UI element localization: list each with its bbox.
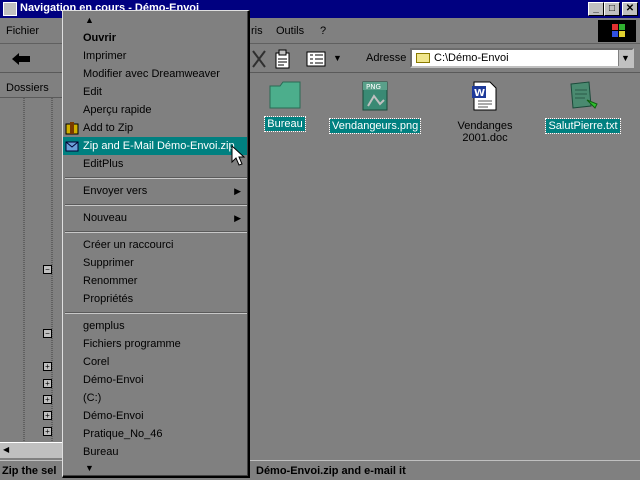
- menu-scroll-up-icon[interactable]: ▲: [85, 15, 94, 25]
- file-label: Vendanges 2001.doc: [457, 120, 513, 144]
- views-icon[interactable]: [306, 51, 328, 67]
- menu-separator: [65, 312, 247, 314]
- menu-item-add-to-zip[interactable]: Add to Zip: [63, 119, 247, 137]
- back-arrow-icon[interactable]: [10, 52, 32, 66]
- tree-collapse-icon[interactable]: −: [43, 265, 52, 274]
- submenu-arrow-icon: ▶: [234, 213, 241, 223]
- file-item-bureau[interactable]: Bureau: [240, 80, 330, 132]
- txt-icon: [570, 81, 598, 109]
- folders-panel-header: Dossiers: [0, 78, 62, 98]
- menu-aide[interactable]: ?: [320, 25, 326, 37]
- folder-tree[interactable]: − − + + + + +: [0, 98, 62, 442]
- menu-item-dreamweaver[interactable]: Modifier avec Dreamweaver: [63, 65, 247, 83]
- submenu-arrow-icon: ▶: [234, 186, 241, 196]
- minimize-button[interactable]: _: [588, 2, 604, 16]
- png-icon: PNG: [362, 81, 388, 111]
- menu-outils[interactable]: Outils: [276, 25, 304, 37]
- menu-item-pratique[interactable]: Pratique_No_46: [63, 425, 247, 443]
- file-item-salutpierre[interactable]: SalutPierre.txt: [538, 80, 628, 134]
- context-menu: ▲ Ouvrir Imprimer Modifier avec Dreamwea…: [62, 10, 250, 478]
- tree-lines: [23, 98, 53, 442]
- properties-icon[interactable]: [274, 49, 292, 69]
- scroll-left-icon[interactable]: ◀: [3, 445, 9, 454]
- menu-item-bureau[interactable]: Bureau: [63, 443, 247, 461]
- mouse-cursor-icon: [231, 145, 246, 166]
- menu-item-demo-envoi[interactable]: Démo-Envoi: [63, 371, 247, 389]
- menu-item-renommer[interactable]: Renommer: [63, 272, 247, 290]
- file-item-vendanges-doc[interactable]: W Vendanges 2001.doc: [440, 80, 530, 145]
- windows-logo-icon: [598, 20, 636, 42]
- tree-expand-icon[interactable]: +: [43, 395, 52, 404]
- status-text-left: Zip the sel: [2, 465, 57, 477]
- menu-item-editplus[interactable]: EditPlus: [63, 155, 247, 173]
- menu-separator: [65, 177, 247, 179]
- close-button[interactable]: ✕: [622, 2, 638, 16]
- menu-item-envoyer-vers[interactable]: Envoyer vers ▶: [63, 182, 247, 200]
- svg-text:PNG: PNG: [366, 83, 381, 91]
- menu-item-corel[interactable]: Corel: [63, 353, 247, 371]
- maximize-button[interactable]: □: [604, 2, 620, 16]
- menu-favoris[interactable]: ris: [251, 25, 263, 37]
- file-label: SalutPierre.txt: [545, 118, 621, 134]
- svg-text:W: W: [474, 88, 485, 99]
- menu-separator: [65, 204, 247, 206]
- explorer-app-icon[interactable]: [3, 2, 17, 16]
- file-list-pane[interactable]: Bureau PNG Vendangeurs.png W Vendanges 2…: [250, 76, 640, 456]
- address-dropdown-icon[interactable]: ▼: [618, 50, 632, 66]
- menu-item-imprimer[interactable]: Imprimer: [63, 47, 247, 65]
- menu-item-edit[interactable]: Edit: [63, 83, 247, 101]
- address-label: Adresse: [366, 52, 407, 64]
- tree-expand-icon[interactable]: +: [43, 362, 52, 371]
- tree-horizontal-scrollbar[interactable]: ◀: [0, 442, 62, 458]
- menu-item-drive-c[interactable]: (C:): [63, 389, 247, 407]
- menu-item-ouvrir[interactable]: Ouvrir: [63, 29, 247, 47]
- winzip-icon: [65, 122, 79, 135]
- menu-item-gemplus[interactable]: gemplus: [63, 317, 247, 335]
- folder-icon: [269, 81, 301, 109]
- delete-x-icon[interactable]: [252, 50, 266, 68]
- menu-item-nouveau[interactable]: Nouveau ▶: [63, 209, 247, 227]
- menu-item-supprimer[interactable]: Supprimer: [63, 254, 247, 272]
- folder-icon: [416, 53, 430, 63]
- file-item-vendangeurs[interactable]: PNG Vendangeurs.png: [328, 80, 422, 134]
- folders-label: Dossiers: [6, 82, 49, 94]
- status-text-right: Démo-Envoi.zip and e-mail it: [256, 465, 406, 477]
- views-dropdown-icon[interactable]: ▼: [333, 53, 342, 63]
- menu-fichier[interactable]: Fichier: [6, 25, 39, 37]
- file-label: Bureau: [264, 116, 306, 132]
- zip-email-icon: [65, 141, 79, 152]
- tree-expand-icon[interactable]: +: [43, 411, 52, 420]
- menu-item-creer-raccourci[interactable]: Créer un raccourci: [63, 236, 247, 254]
- menu-item-demo-envoi-2[interactable]: Démo-Envoi: [63, 407, 247, 425]
- menu-separator: [65, 231, 247, 233]
- address-value: C:\Démo-Envoi: [434, 52, 509, 64]
- tree-collapse-icon[interactable]: −: [43, 329, 52, 338]
- menu-item-fichiers-programme[interactable]: Fichiers programme: [63, 335, 247, 353]
- file-label: Vendangeurs.png: [328, 118, 422, 134]
- address-field[interactable]: C:\Démo-Envoi ▼: [410, 48, 634, 68]
- menu-item-zip-email[interactable]: Zip and E-Mail Démo-Envoi.zip: [63, 137, 247, 155]
- tree-expand-icon[interactable]: +: [43, 379, 52, 388]
- menu-item-apercu[interactable]: Aperçu rapide: [63, 101, 247, 119]
- word-doc-icon: W: [472, 81, 497, 111]
- menu-item-proprietes[interactable]: Propriétés: [63, 290, 247, 308]
- tree-expand-icon[interactable]: +: [43, 427, 52, 436]
- menu-scroll-down-icon[interactable]: ▼: [85, 463, 94, 473]
